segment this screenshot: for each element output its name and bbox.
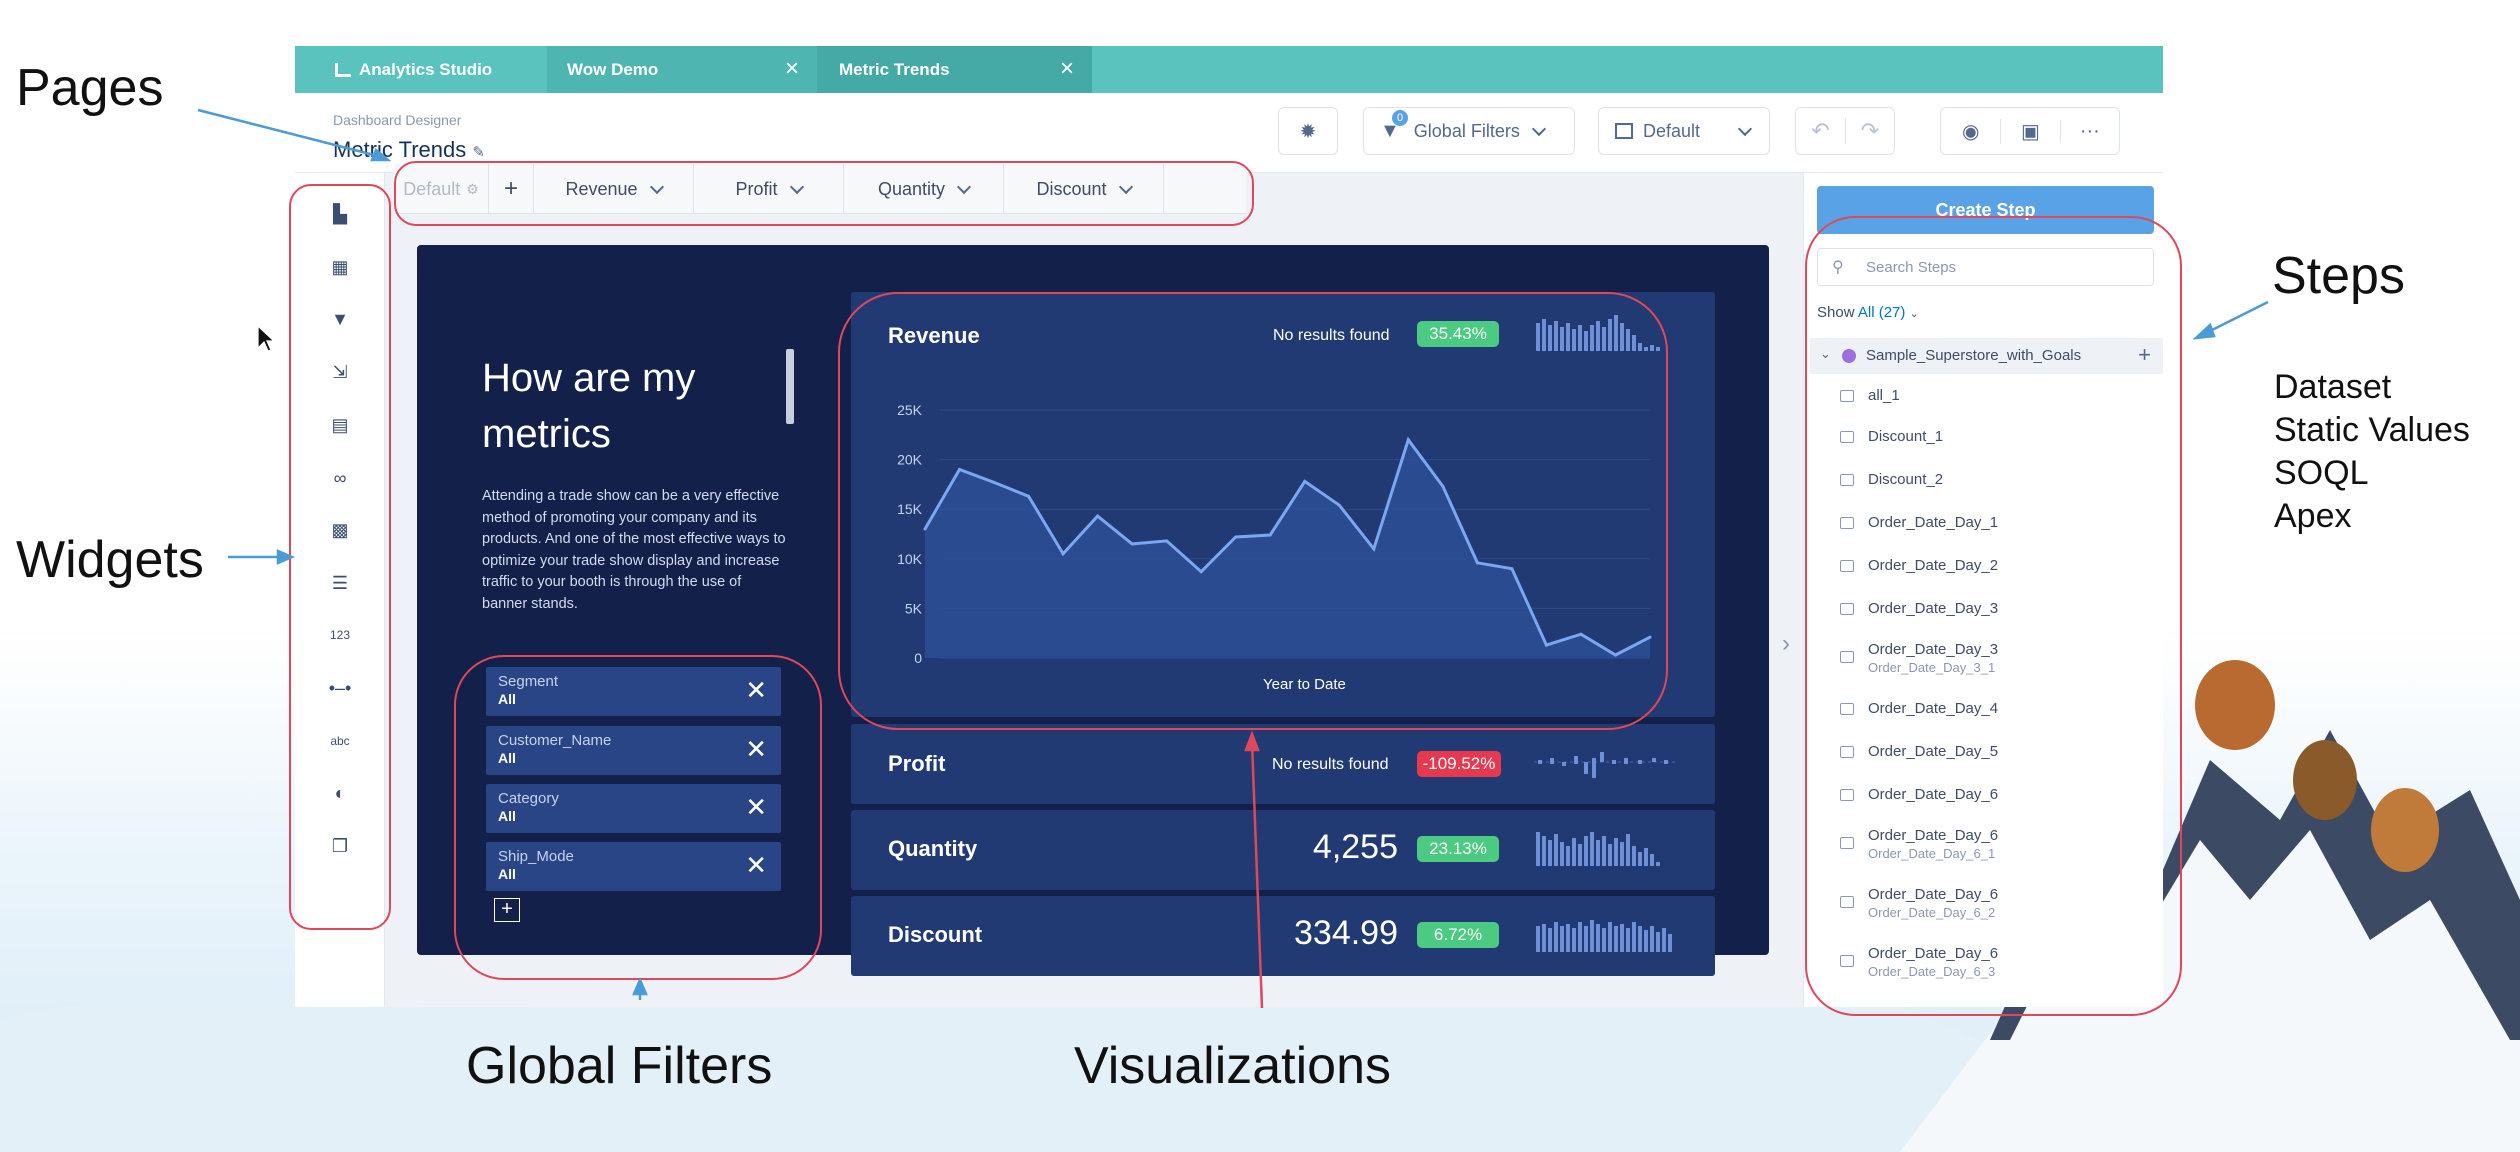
global-filters-annotation: Global Filters (466, 1037, 773, 1095)
visualizations-annotation: Visualizations (1074, 1037, 1392, 1095)
source-apex-annotation: Apex (2274, 497, 2352, 535)
mouse-pointer-icon (257, 324, 276, 352)
widgets-annotation: Widgets (16, 531, 204, 589)
source-soql-annotation: SOQL (2274, 454, 2369, 492)
pages-annotation: Pages (16, 59, 164, 117)
annotation-arrows (197, 108, 2269, 1009)
source-dataset-annotation: Dataset (2274, 368, 2392, 406)
steps-annotation: Steps (2272, 247, 2405, 305)
source-static-values-annotation: Static Values (2274, 411, 2470, 449)
